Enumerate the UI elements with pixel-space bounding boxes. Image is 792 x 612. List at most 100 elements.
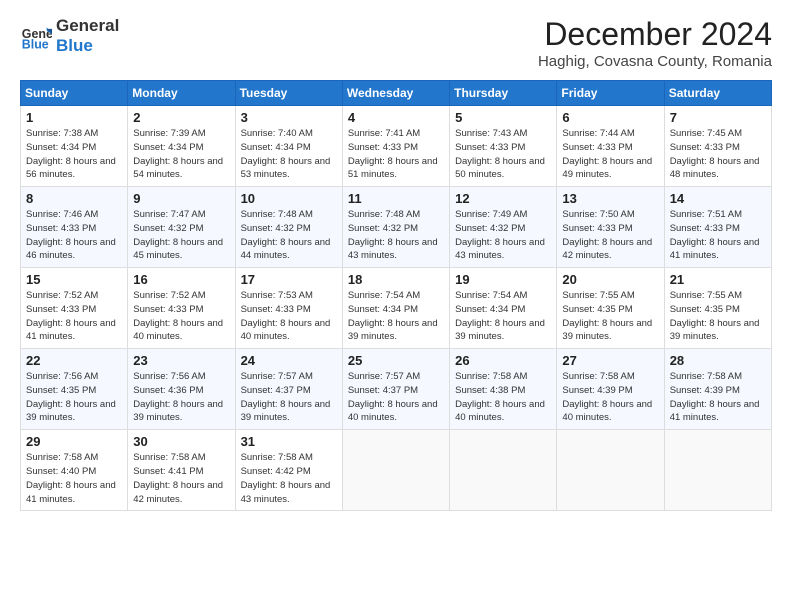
day-cell: 16Sunrise: 7:52 AMSunset: 4:33 PMDayligh… xyxy=(128,268,235,349)
day-cell: 13 Sunrise: 7:50 AMSunset: 4:33 PMDayligh… xyxy=(557,187,664,268)
day-info: Sunrise: 7:54 AMSunset: 4:34 PMDaylight:… xyxy=(455,289,551,344)
logo-blue: Blue xyxy=(56,36,119,56)
header-cell-friday: Friday xyxy=(557,81,664,106)
day-info: Sunrise: 7:41 AMSunset: 4:33 PMDaylight:… xyxy=(348,127,444,182)
day-number: 25 xyxy=(348,353,444,368)
day-info: Sunrise: 7:57 AMSunset: 4:37 PMDaylight:… xyxy=(348,370,444,425)
day-cell: 21 Sunrise: 7:55 AMSunset: 4:35 PMDayligh… xyxy=(664,268,771,349)
header-cell-tuesday: Tuesday xyxy=(235,81,342,106)
day-cell: 5 Sunrise: 7:43 AMSunset: 4:33 PMDaylight… xyxy=(450,106,557,187)
day-cell: 9 Sunrise: 7:47 AMSunset: 4:32 PMDaylight… xyxy=(128,187,235,268)
day-number: 10 xyxy=(241,191,337,206)
day-number: 20 xyxy=(562,272,658,287)
svg-text:Blue: Blue xyxy=(22,37,49,51)
day-info: Sunrise: 7:58 AMSunset: 4:38 PMDaylight:… xyxy=(455,370,551,425)
day-number: 7 xyxy=(670,110,766,125)
day-info: Sunrise: 7:44 AMSunset: 4:33 PMDaylight:… xyxy=(562,127,658,182)
day-info: Sunrise: 7:53 AMSunset: 4:33 PMDaylight:… xyxy=(241,289,337,344)
header-cell-sunday: Sunday xyxy=(21,81,128,106)
logo: General Blue General Blue xyxy=(20,16,119,55)
day-cell: 19 Sunrise: 7:54 AMSunset: 4:34 PMDayligh… xyxy=(450,268,557,349)
calendar-body: 1Sunrise: 7:38 AMSunset: 4:34 PMDaylight… xyxy=(21,106,772,511)
day-info: Sunrise: 7:49 AMSunset: 4:32 PMDaylight:… xyxy=(455,208,551,263)
day-number: 6 xyxy=(562,110,658,125)
day-number: 16 xyxy=(133,272,229,287)
day-info: Sunrise: 7:55 AMSunset: 4:35 PMDaylight:… xyxy=(670,289,766,344)
day-info: Sunrise: 7:43 AMSunset: 4:33 PMDaylight:… xyxy=(455,127,551,182)
day-info: Sunrise: 7:56 AMSunset: 4:36 PMDaylight:… xyxy=(133,370,229,425)
day-number: 31 xyxy=(241,434,337,449)
logo-icon: General Blue xyxy=(20,20,52,52)
day-info: Sunrise: 7:46 AMSunset: 4:33 PMDaylight:… xyxy=(26,208,122,263)
day-number: 22 xyxy=(26,353,122,368)
day-number: 1 xyxy=(26,110,122,125)
day-info: Sunrise: 7:51 AMSunset: 4:33 PMDaylight:… xyxy=(670,208,766,263)
day-cell: 28 Sunrise: 7:58 AMSunset: 4:39 PMDayligh… xyxy=(664,349,771,430)
day-number: 26 xyxy=(455,353,551,368)
day-number: 4 xyxy=(348,110,444,125)
day-cell: 20 Sunrise: 7:55 AMSunset: 4:35 PMDayligh… xyxy=(557,268,664,349)
day-cell: 14 Sunrise: 7:51 AMSunset: 4:33 PMDayligh… xyxy=(664,187,771,268)
day-number: 29 xyxy=(26,434,122,449)
day-number: 18 xyxy=(348,272,444,287)
day-number: 30 xyxy=(133,434,229,449)
page: General Blue General Blue December 2024 … xyxy=(0,0,792,612)
day-number: 14 xyxy=(670,191,766,206)
day-number: 19 xyxy=(455,272,551,287)
day-cell: 1Sunrise: 7:38 AMSunset: 4:34 PMDaylight… xyxy=(21,106,128,187)
day-info: Sunrise: 7:52 AMSunset: 4:33 PMDaylight:… xyxy=(26,289,122,344)
day-number: 17 xyxy=(241,272,337,287)
day-number: 23 xyxy=(133,353,229,368)
day-cell: 31 Sunrise: 7:58 AMSunset: 4:42 PMDayligh… xyxy=(235,430,342,511)
day-info: Sunrise: 7:50 AMSunset: 4:33 PMDaylight:… xyxy=(562,208,658,263)
day-info: Sunrise: 7:55 AMSunset: 4:35 PMDaylight:… xyxy=(562,289,658,344)
day-cell xyxy=(557,430,664,511)
day-number: 3 xyxy=(241,110,337,125)
day-info: Sunrise: 7:47 AMSunset: 4:32 PMDaylight:… xyxy=(133,208,229,263)
calendar-table: SundayMondayTuesdayWednesdayThursdayFrid… xyxy=(20,80,772,511)
day-cell: 15 Sunrise: 7:52 AMSunset: 4:33 PMDayligh… xyxy=(21,268,128,349)
day-cell: 8 Sunrise: 7:46 AMSunset: 4:33 PMDaylight… xyxy=(21,187,128,268)
day-number: 5 xyxy=(455,110,551,125)
day-cell: 30 Sunrise: 7:58 AMSunset: 4:41 PMDayligh… xyxy=(128,430,235,511)
title-block: December 2024 Haghig, Covasna County, Ro… xyxy=(538,16,772,70)
day-number: 11 xyxy=(348,191,444,206)
header: General Blue General Blue December 2024 … xyxy=(20,16,772,70)
day-cell: 25 Sunrise: 7:57 AMSunset: 4:37 PMDayligh… xyxy=(342,349,449,430)
day-cell: 4 Sunrise: 7:41 AMSunset: 4:33 PMDaylight… xyxy=(342,106,449,187)
day-cell: 7 Sunrise: 7:45 AMSunset: 4:33 PMDaylight… xyxy=(664,106,771,187)
day-info: Sunrise: 7:45 AMSunset: 4:33 PMDaylight:… xyxy=(670,127,766,182)
day-number: 9 xyxy=(133,191,229,206)
week-row-3: 15 Sunrise: 7:52 AMSunset: 4:33 PMDayligh… xyxy=(21,268,772,349)
location-title: Haghig, Covasna County, Romania xyxy=(538,53,772,70)
day-info: Sunrise: 7:54 AMSunset: 4:34 PMDaylight:… xyxy=(348,289,444,344)
day-cell: 26 Sunrise: 7:58 AMSunset: 4:38 PMDayligh… xyxy=(450,349,557,430)
day-cell: 11Sunrise: 7:48 AMSunset: 4:32 PMDayligh… xyxy=(342,187,449,268)
day-info: Sunrise: 7:57 AMSunset: 4:37 PMDaylight:… xyxy=(241,370,337,425)
week-row-1: 1Sunrise: 7:38 AMSunset: 4:34 PMDaylight… xyxy=(21,106,772,187)
day-number: 13 xyxy=(562,191,658,206)
day-cell: 27 Sunrise: 7:58 AMSunset: 4:39 PMDayligh… xyxy=(557,349,664,430)
day-info: Sunrise: 7:58 AMSunset: 4:42 PMDaylight:… xyxy=(241,451,337,506)
day-info: Sunrise: 7:58 AMSunset: 4:39 PMDaylight:… xyxy=(562,370,658,425)
day-cell: 22 Sunrise: 7:56 AMSunset: 4:35 PMDayligh… xyxy=(21,349,128,430)
day-number: 15 xyxy=(26,272,122,287)
day-cell: 6 Sunrise: 7:44 AMSunset: 4:33 PMDaylight… xyxy=(557,106,664,187)
day-cell: 18 Sunrise: 7:54 AMSunset: 4:34 PMDayligh… xyxy=(342,268,449,349)
day-info: Sunrise: 7:58 AMSunset: 4:39 PMDaylight:… xyxy=(670,370,766,425)
day-cell xyxy=(450,430,557,511)
day-info: Sunrise: 7:56 AMSunset: 4:35 PMDaylight:… xyxy=(26,370,122,425)
day-number: 8 xyxy=(26,191,122,206)
day-number: 27 xyxy=(562,353,658,368)
day-number: 24 xyxy=(241,353,337,368)
header-cell-wednesday: Wednesday xyxy=(342,81,449,106)
day-info: Sunrise: 7:39 AMSunset: 4:34 PMDaylight:… xyxy=(133,127,229,182)
day-cell: 3Sunrise: 7:40 AMSunset: 4:34 PMDaylight… xyxy=(235,106,342,187)
day-number: 21 xyxy=(670,272,766,287)
header-cell-saturday: Saturday xyxy=(664,81,771,106)
day-cell: 12Sunrise: 7:49 AMSunset: 4:32 PMDayligh… xyxy=(450,187,557,268)
logo-general: General xyxy=(56,16,119,36)
day-info: Sunrise: 7:58 AMSunset: 4:41 PMDaylight:… xyxy=(133,451,229,506)
day-cell xyxy=(342,430,449,511)
day-number: 28 xyxy=(670,353,766,368)
